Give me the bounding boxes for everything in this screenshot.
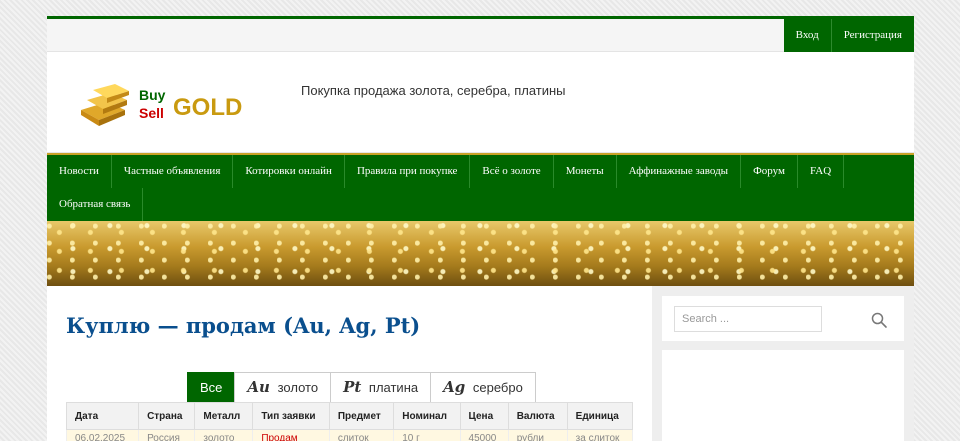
register-link[interactable]: Регистрация [830,19,914,52]
nav-item-news[interactable]: Новости [47,155,112,188]
nav-item-refineries[interactable]: Аффинажные заводы [617,155,742,188]
table-header-row: Дата Страна Металл Тип заявки Предмет Но… [65,402,634,430]
site-header: Buy Sell GOLD Покупка продажа золота, се… [47,52,914,153]
tab-silver[interactable]: Ag серебро [430,372,536,403]
site-container: Вход Регистрация Buy Sell GOLD Покупка п… [47,16,914,441]
cell-price: 45000 [459,429,509,441]
tab-platinum-label: платина [368,380,419,395]
nav-item-private-ads[interactable]: Частные объявления [112,155,234,188]
cell-item: слиток [328,429,395,441]
cell-metal: золото [194,429,254,441]
logo-gold: GOLD [173,94,242,121]
logo-buy: Buy [139,87,166,103]
sidebar-widget [662,350,904,441]
cell-country: Россия [138,429,196,441]
top-bar: Вход Регистрация [47,16,914,52]
col-currency[interactable]: Валюта [507,402,568,430]
cell-request-type: Продам [252,429,330,441]
gold-bars-icon [81,84,129,126]
tab-platinum-symbol: Pt [343,378,362,396]
cell-unit: за слиток [566,429,634,441]
tab-gold-label: золото [277,380,319,395]
tab-gold-symbol: Au [247,378,270,396]
search-icon[interactable] [870,311,888,329]
main-area: Куплю — продам (Au, Ag, Pt) Все Au золот… [47,286,914,441]
nav-item-quotes[interactable]: Котировки онлайн [233,155,345,188]
account-links: Вход Регистрация [783,19,914,52]
tab-all-label: Все [200,380,223,395]
search-input[interactable] [674,306,822,332]
cell-denomination: 10 г [393,429,461,441]
metal-tabs: Все Au золото Pt платина Ag серебро [187,372,536,403]
table-row[interactable]: 06.02.2025 Россия золото Продам слиток 1… [65,429,634,441]
tab-silver-label: серебро [472,380,523,395]
listings-table: Дата Страна Металл Тип заявки Предмет Но… [65,402,634,441]
main-navigation: Новости Частные объявления Котировки онл… [47,153,914,221]
search-widget [662,296,904,341]
site-tagline: Покупка продажа золота, серебра, платины [301,83,566,98]
col-unit[interactable]: Единица [566,402,634,430]
content-column: Куплю — продам (Au, Ag, Pt) Все Au золот… [47,286,652,441]
tab-gold[interactable]: Au золото [234,372,332,403]
cell-currency: рубли [507,429,568,441]
col-denomination[interactable]: Номинал [393,402,461,430]
col-country[interactable]: Страна [138,402,196,430]
tab-platinum[interactable]: Pt платина [330,372,432,403]
logo-sell: Sell [139,105,164,121]
col-metal[interactable]: Металл [194,402,254,430]
col-date[interactable]: Дата [65,402,140,430]
nav-item-faq[interactable]: FAQ [798,155,845,188]
nav-item-coins[interactable]: Монеты [554,155,617,188]
nav-item-about-gold[interactable]: Всё о золоте [470,155,554,188]
login-link[interactable]: Вход [784,19,831,52]
tab-silver-symbol: Ag [443,378,466,396]
tab-all[interactable]: Все [187,372,236,403]
col-item[interactable]: Предмет [328,402,395,430]
nav-item-buying-rules[interactable]: Правила при покупке [345,155,471,188]
col-price[interactable]: Цена [459,402,509,430]
nav-item-feedback[interactable]: Обратная связь [47,188,144,221]
page-title: Куплю — продам (Au, Ag, Pt) [66,313,421,338]
site-logo[interactable]: Buy Sell GOLD [77,82,252,126]
cell-date: 06.02.2025 [65,429,140,441]
nav-item-forum[interactable]: Форум [741,155,798,188]
gold-banner [47,221,914,286]
col-request-type[interactable]: Тип заявки [252,402,330,430]
